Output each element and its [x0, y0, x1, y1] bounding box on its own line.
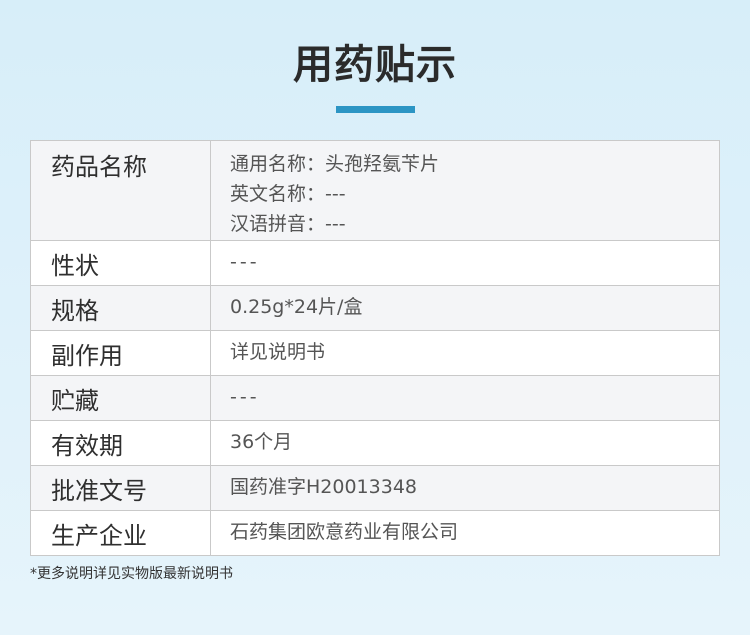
page-title: 用药贴示 [293, 42, 457, 88]
row-value: 石药集团欧意药业有限公司 [210, 510, 720, 556]
footnote: *更多说明详见实物版最新说明书 [30, 566, 233, 582]
table-row-appearance: 性状 --- [30, 240, 720, 286]
drug-info-table: 药品名称 通用名称：头孢羟氨苄片 英文名称：--- 汉语拼音：--- 性状 --… [30, 140, 720, 556]
row-value: 详见说明书 [210, 330, 720, 376]
row-label: 有效期 [30, 420, 211, 466]
table-row-approval-number: 批准文号 国药准字H20013348 [30, 465, 720, 511]
table-row-storage: 贮藏 --- [30, 375, 720, 421]
row-value: --- [210, 240, 720, 286]
table-row-manufacturer: 生产企业 石药集团欧意药业有限公司 [30, 510, 720, 556]
row-value: 国药准字H20013348 [210, 465, 720, 511]
english-name-line: 英文名称：--- [230, 183, 346, 205]
table-row-shelf-life: 有效期 36个月 [30, 420, 720, 466]
generic-name-line: 通用名称：头孢羟氨苄片 [230, 153, 440, 175]
table-row-drug-name: 药品名称 通用名称：头孢羟氨苄片 英文名称：--- 汉语拼音：--- [30, 140, 720, 241]
row-label: 贮藏 [30, 375, 211, 421]
row-label: 副作用 [30, 330, 211, 376]
row-label: 规格 [30, 285, 211, 331]
table-row-side-effects: 副作用 详见说明书 [30, 330, 720, 376]
row-label: 生产企业 [30, 510, 211, 556]
pinyin-line: 汉语拼音：--- [230, 213, 346, 235]
row-value: 0.25g*24片/盒 [210, 285, 720, 331]
row-label: 批准文号 [30, 465, 211, 511]
row-label: 药品名称 [30, 140, 211, 241]
title-underline [336, 106, 415, 113]
table-row-specification: 规格 0.25g*24片/盒 [30, 285, 720, 331]
row-value: --- [210, 375, 720, 421]
row-value: 36个月 [210, 420, 720, 466]
row-label: 性状 [30, 240, 211, 286]
row-value: 通用名称：头孢羟氨苄片 英文名称：--- 汉语拼音：--- [210, 140, 720, 241]
